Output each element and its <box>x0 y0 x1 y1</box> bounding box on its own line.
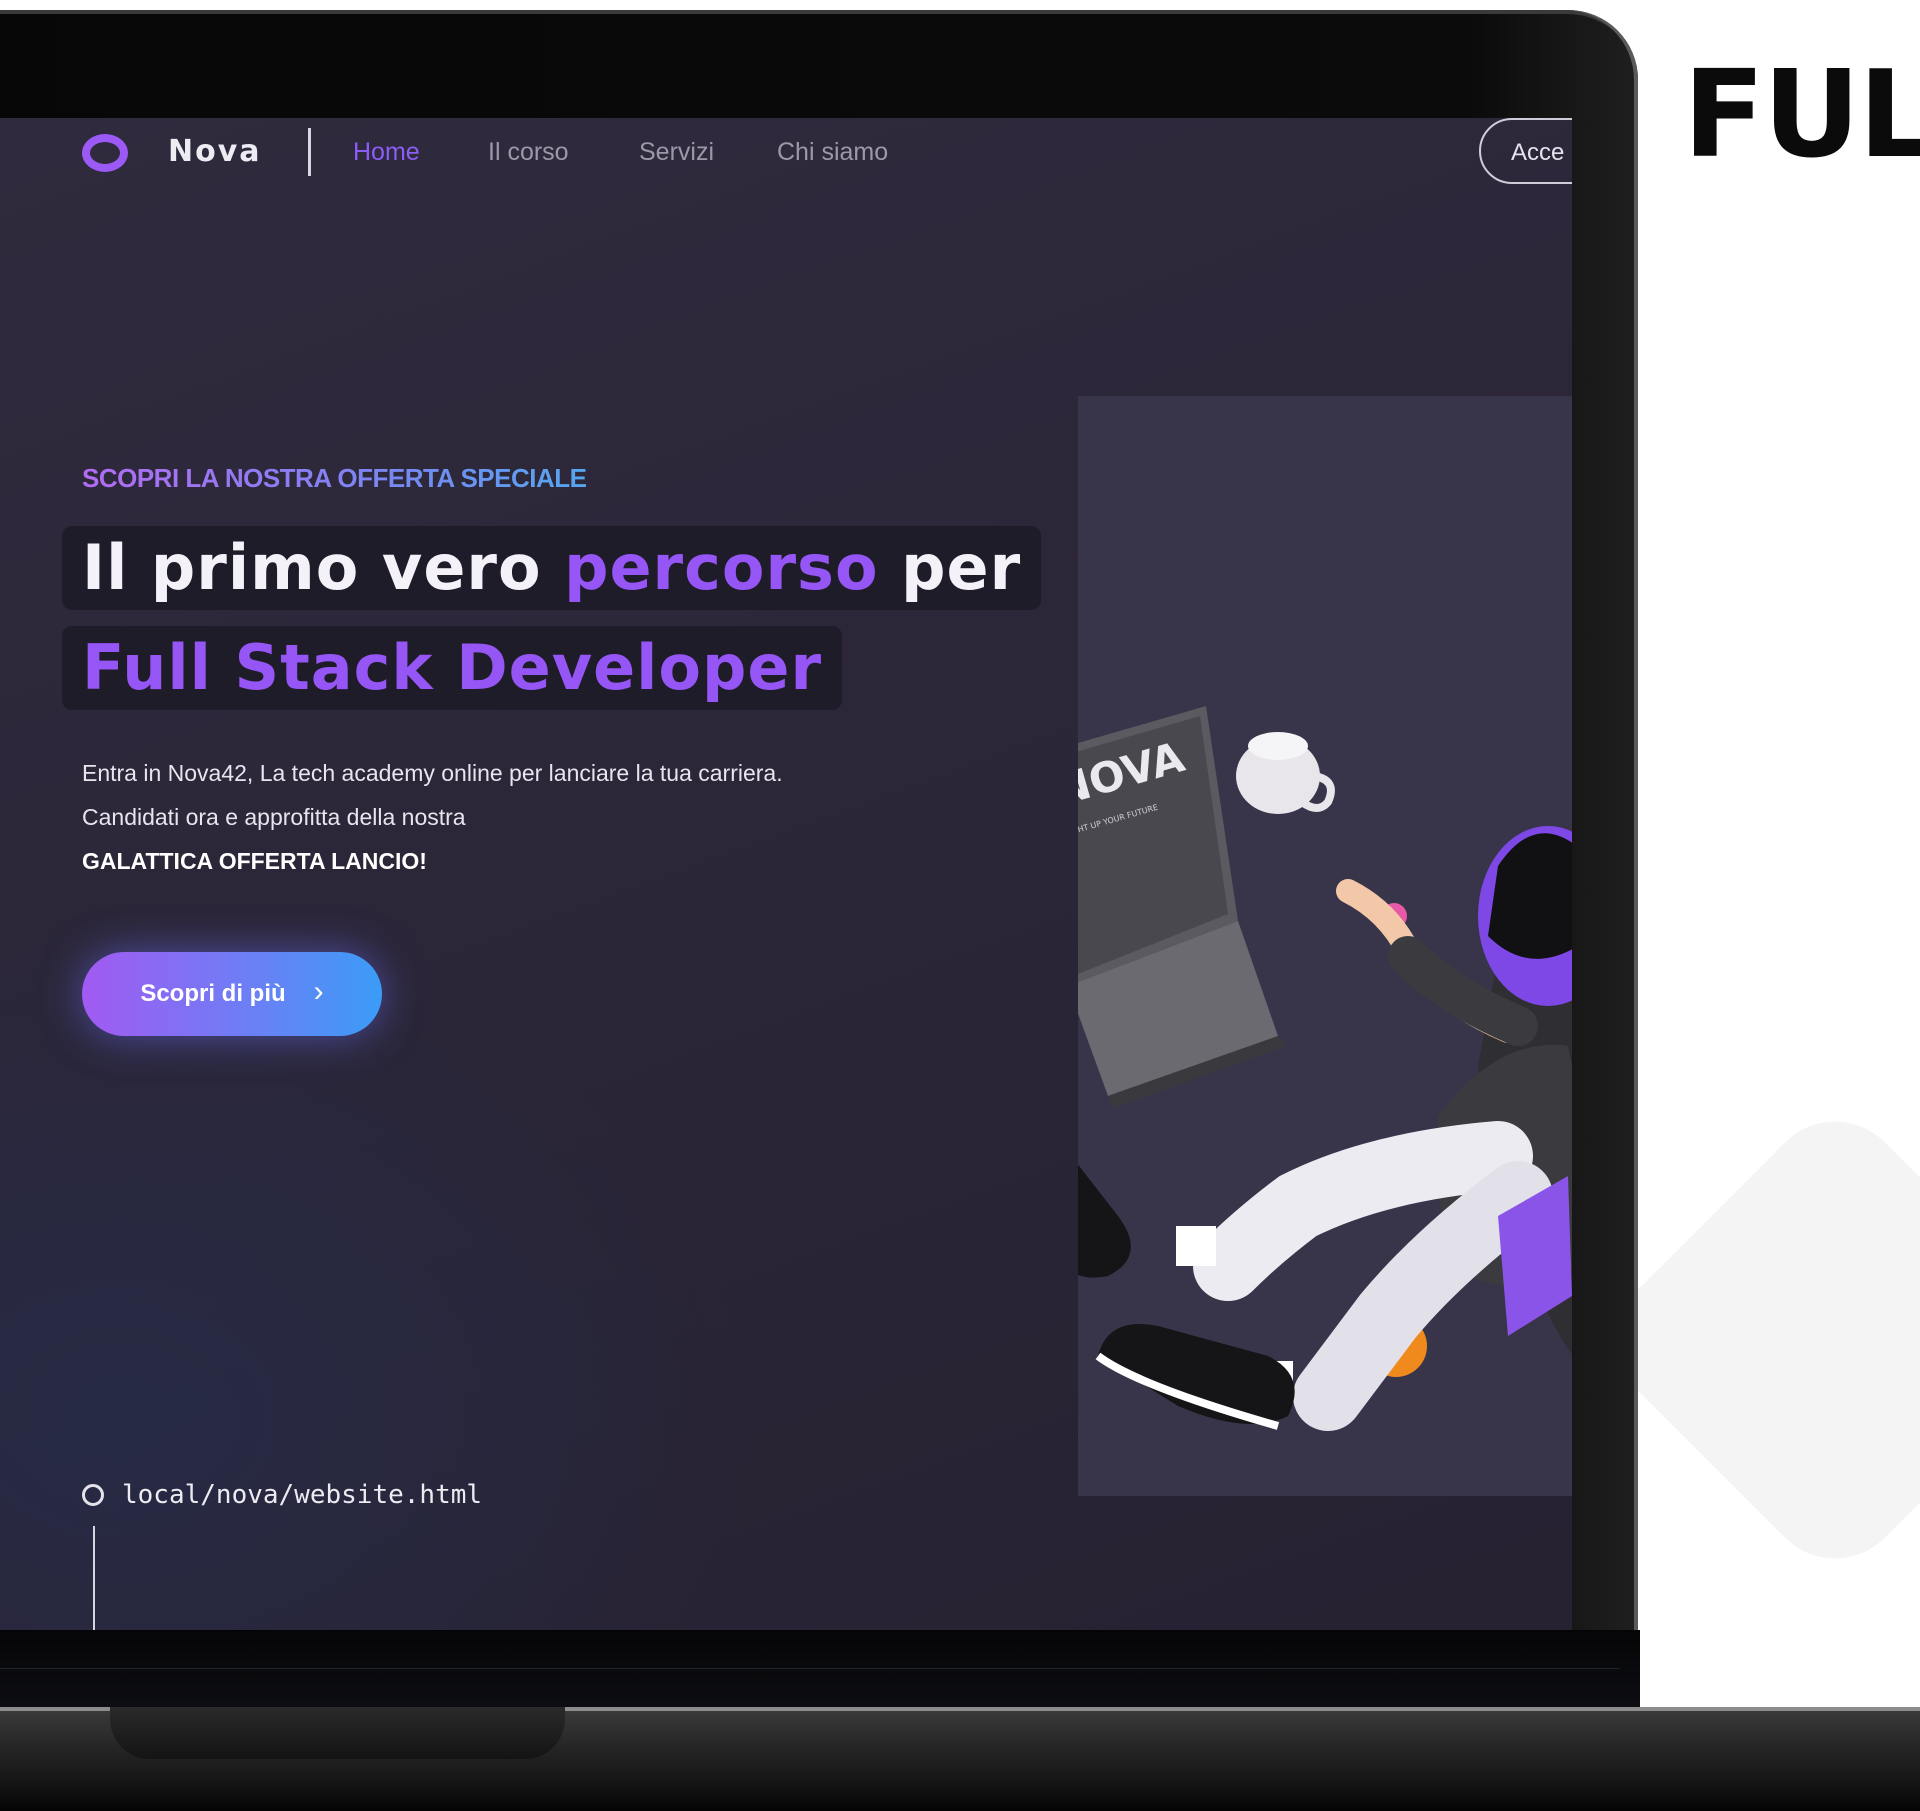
floating-mug <box>1236 732 1335 814</box>
cta-label: Scopri di più <box>140 980 286 1007</box>
headline-text: Il primo vero <box>82 531 565 604</box>
hero-illustration-panel: NOVA LIGHT UP YOUR FUTURE <box>1078 396 1572 1496</box>
url-text: local/nova/website.html <box>122 1480 483 1510</box>
nav-link-chi-siamo[interactable]: Chi siamo <box>777 138 888 167</box>
laptop-trackpad-notch <box>110 1707 565 1759</box>
nav-link-servizi[interactable]: Servizi <box>639 138 714 167</box>
hero-headline-line2: Full Stack Developer <box>62 626 843 710</box>
astronaut-illustration: NOVA LIGHT UP YOUR FUTURE <box>1078 706 1572 1431</box>
hero-headline-line1: Il primo vero percorso per <box>62 526 1042 610</box>
brand-name[interactable]: Nova <box>168 134 262 169</box>
hero-eyebrow: SCOPRI LA NOSTRA OFFERTA SPECIALE <box>82 463 587 493</box>
side-heading: FUL <box>1683 46 1920 185</box>
top-navigation: Nova Home Il corso Servizi Chi siamo Acc… <box>0 118 1572 188</box>
timeline-line <box>93 1526 95 1630</box>
hero-description-line1: Entra in Nova42, La tech academy online … <box>82 760 783 786</box>
headline-text-end: per <box>878 531 1022 604</box>
headline-accent: percorso <box>564 531 879 604</box>
access-button[interactable]: Acce <box>1479 118 1572 184</box>
hero-offer-line: GALATTICA OFFERTA LANCIO! <box>82 848 427 874</box>
hero-description-line2: Candidati ora e approfitta della nostra <box>82 804 466 830</box>
nova-logo-icon[interactable] <box>82 134 128 172</box>
nav-link-il-corso[interactable]: Il corso <box>488 138 569 167</box>
website-screen: Nova Home Il corso Servizi Chi siamo Acc… <box>0 118 1572 1630</box>
chevron-right-icon: › <box>313 975 324 1008</box>
nav-divider <box>308 128 311 176</box>
bezel-reflection <box>0 1668 1620 1669</box>
discover-more-button[interactable]: Scopri di più › <box>82 952 382 1036</box>
nav-link-home[interactable]: Home <box>353 138 420 167</box>
circle-icon <box>82 1484 104 1506</box>
